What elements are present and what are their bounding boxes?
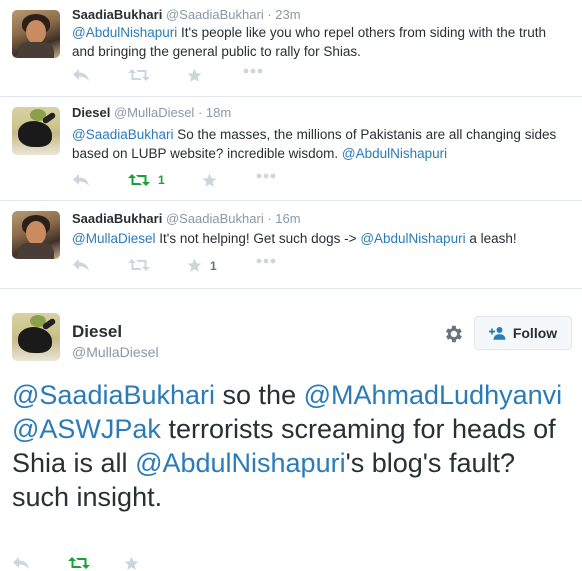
author-handle[interactable]: @SaadiaBukhari xyxy=(166,7,264,22)
retweet-button[interactable] xyxy=(128,258,158,272)
author-name[interactable]: Diesel xyxy=(72,322,122,342)
add-user-icon xyxy=(488,327,506,340)
tweet-text-segment: so the xyxy=(215,380,304,410)
avatar[interactable] xyxy=(12,10,60,58)
retweet-button[interactable]: 1 xyxy=(128,173,165,187)
retweet-button[interactable] xyxy=(68,556,90,570)
mention-link[interactable]: @AbdulNishapuri xyxy=(135,448,346,478)
gear-icon xyxy=(446,325,462,343)
mention-link[interactable]: @ASWJPak xyxy=(12,414,161,444)
avatar[interactable] xyxy=(12,107,60,155)
settings-button[interactable] xyxy=(442,323,464,345)
star-icon xyxy=(202,173,217,187)
reply-button[interactable] xyxy=(12,556,30,570)
more-button[interactable] xyxy=(243,68,263,74)
mention-link[interactable]: @MullaDiesel xyxy=(72,231,155,246)
follow-label: Follow xyxy=(512,325,558,341)
reply-icon xyxy=(73,174,89,186)
more-icon xyxy=(243,68,263,74)
reply-button[interactable] xyxy=(72,68,90,82)
tweet[interactable]: SaadiaBukhari @SaadiaBukhari · 23m @Abdu… xyxy=(0,0,582,97)
mention-link[interactable]: @AbdulNishapuri xyxy=(72,25,177,40)
timestamp[interactable]: · 23m xyxy=(267,7,300,22)
author-handle[interactable]: @MullaDiesel xyxy=(114,105,194,120)
main-tweet-text: @SaadiaBukhari so the @MAhmadLudhyanvi @… xyxy=(12,378,577,514)
more-button[interactable] xyxy=(256,258,276,264)
tweet[interactable]: SaadiaBukhari @SaadiaBukhari · 16m @Mull… xyxy=(0,201,582,289)
reply-button[interactable] xyxy=(72,173,90,187)
author-handle[interactable]: @SaadiaBukhari xyxy=(166,211,264,226)
tweet-text-segment: a leash! xyxy=(465,231,517,246)
tweet[interactable]: Diesel @MullaDiesel · 18m @SaadiaBukhari… xyxy=(0,97,582,201)
timestamp[interactable]: · 16m xyxy=(267,211,300,226)
author-name[interactable]: Diesel xyxy=(72,105,110,120)
reply-icon xyxy=(13,557,29,569)
retweet-count: 1 xyxy=(158,173,165,187)
favorite-button[interactable]: 1 xyxy=(187,258,217,273)
main-tweet-actions xyxy=(12,556,172,570)
tweet-actions: 1 xyxy=(72,173,312,189)
more-button[interactable] xyxy=(256,173,276,179)
reply-icon xyxy=(73,259,89,271)
avatar[interactable] xyxy=(12,313,60,361)
retweet-icon xyxy=(128,174,150,186)
more-icon xyxy=(256,258,276,264)
star-icon xyxy=(187,68,202,82)
more-icon xyxy=(256,173,276,179)
tweet-text: @MullaDiesel It's not helping! Get such … xyxy=(72,229,567,248)
mention-link[interactable]: @SaadiaBukhari xyxy=(12,380,215,410)
reply-icon xyxy=(73,69,89,81)
mention-link[interactable]: @AbdulNishapuri xyxy=(342,146,447,161)
author-name[interactable]: SaadiaBukhari xyxy=(72,7,162,22)
follow-button[interactable]: Follow xyxy=(474,316,572,350)
tweet-text: @AbdulNishapuri It's people like you who… xyxy=(72,23,567,61)
favorite-button[interactable] xyxy=(187,68,210,83)
author-name[interactable]: SaadiaBukhari xyxy=(72,211,162,226)
retweet-icon xyxy=(128,69,150,81)
avatar[interactable] xyxy=(12,211,60,259)
mention-link[interactable]: @SaadiaBukhari xyxy=(72,127,174,142)
favorite-count: 1 xyxy=(210,258,217,273)
tweet-text: @SaadiaBukhari So the masses, the millio… xyxy=(72,125,567,163)
reply-button[interactable] xyxy=(72,258,90,272)
retweet-icon xyxy=(68,557,90,569)
star-icon xyxy=(187,258,202,272)
author-handle[interactable]: @MullaDiesel xyxy=(72,344,159,360)
mention-link[interactable]: @AbdulNishapuri xyxy=(360,231,465,246)
tweet-text-segment: It's not helping! Get such dogs -> xyxy=(155,231,361,246)
tweet-actions: 1 xyxy=(72,258,312,274)
retweet-button[interactable] xyxy=(128,68,158,82)
retweet-icon xyxy=(128,259,150,271)
timestamp[interactable]: · 18m xyxy=(198,105,231,120)
favorite-button[interactable] xyxy=(202,173,225,188)
tweet-actions xyxy=(72,68,312,84)
mention-link[interactable]: @MAhmadLudhyanvi xyxy=(304,380,563,410)
